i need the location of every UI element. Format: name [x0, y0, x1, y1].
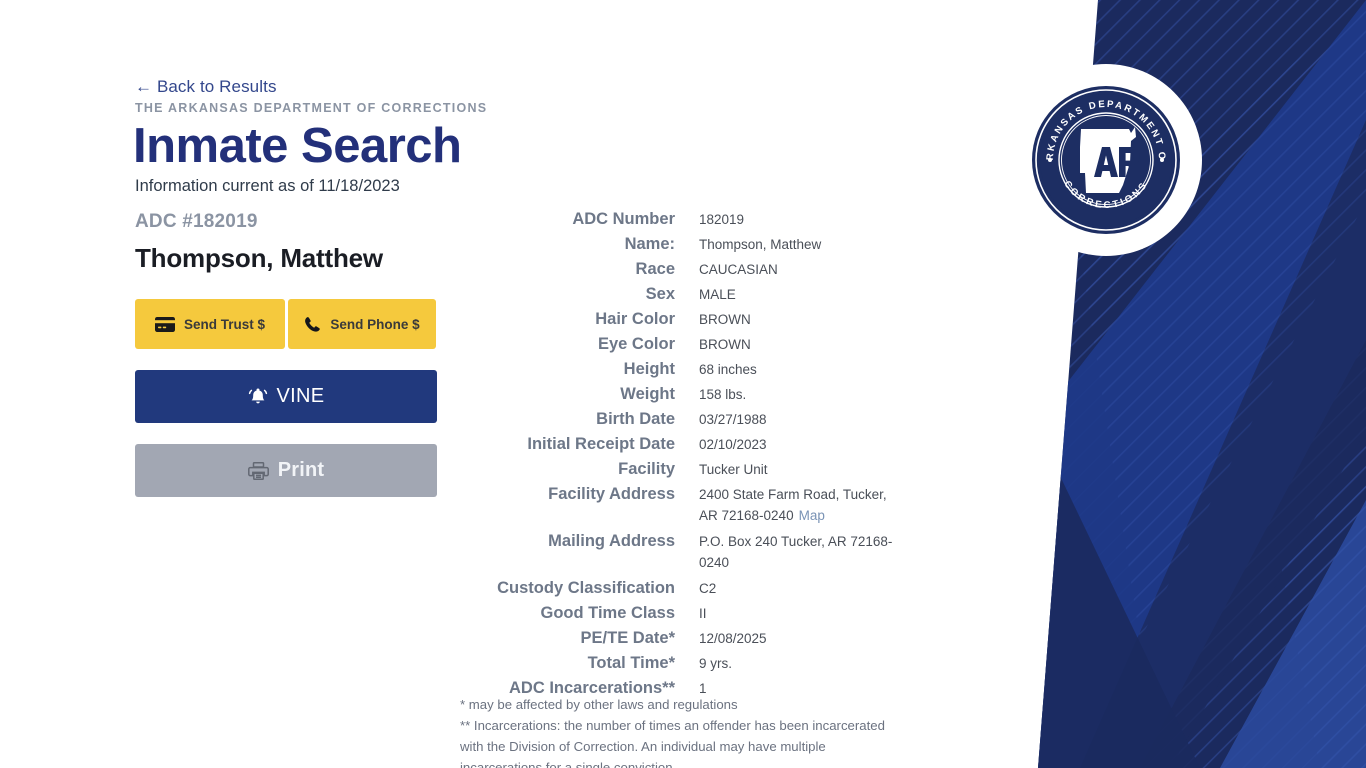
inmate-detail-table: ADC Number 182019 Name: Thompson, Matthe…	[460, 210, 920, 704]
table-row: Height 68 inches	[460, 360, 920, 379]
table-row: Mailing Address P.O. Box 240 Tucker, AR …	[460, 532, 920, 573]
row-label: Custody Classification	[497, 579, 675, 597]
footnotes: * may be affected by other laws and regu…	[460, 694, 900, 768]
row-label: Sex	[645, 285, 675, 303]
row-label: Race	[635, 260, 675, 278]
table-row: Name: Thompson, Matthew	[460, 235, 920, 254]
row-value: P.O. Box 240 Tucker, AR 72168-0240	[699, 534, 893, 570]
row-label: PE/TE Date*	[580, 629, 675, 647]
row-value: CAUCASIAN	[699, 262, 778, 277]
row-label: Eye Color	[597, 335, 675, 353]
page-title: Inmate Search	[133, 119, 462, 173]
table-row: Sex MALE	[460, 285, 920, 304]
table-row: Facility Address 2400 State Farm Road, T…	[460, 485, 920, 526]
row-value: 12/08/2025	[699, 631, 767, 646]
row-value: 158 lbs.	[699, 387, 747, 402]
seal-emblem-icon: ARKANSAS DEPARTMENT OF CORRECTIONS	[1031, 85, 1181, 235]
table-row: Custody Classification C2	[460, 579, 920, 598]
row-label: Total Time*	[587, 654, 675, 672]
table-row: Race CAUCASIAN	[460, 260, 920, 279]
row-value: 03/27/1988	[699, 412, 767, 427]
row-label: Height	[623, 360, 675, 378]
table-row: Eye Color BROWN	[460, 335, 920, 354]
information-current-as-of: Information current as of 11/18/2023	[135, 177, 400, 195]
send-trust-button[interactable]: Send Trust $	[135, 299, 285, 349]
print-label: Print	[277, 459, 325, 481]
main-content: ← Back to Results THE ARKANSAS DEPARTMEN…	[133, 0, 925, 768]
department-subtitle: THE ARKANSAS DEPARTMENT OF CORRECTIONS	[135, 101, 488, 115]
row-label: Mailing Address	[548, 532, 675, 550]
table-row: PE/TE Date* 12/08/2025	[460, 629, 920, 648]
row-value: MALE	[699, 287, 736, 302]
table-row: Good Time Class II	[460, 604, 920, 623]
back-to-results-link[interactable]: ← Back to Results	[135, 77, 277, 97]
row-value: C2	[699, 581, 717, 596]
facility-address-text: 2400 State Farm Road, Tucker, AR 72168-0…	[699, 487, 887, 523]
credit-card-icon	[154, 316, 175, 332]
table-row: Hair Color BROWN	[460, 310, 920, 329]
table-row: Initial Receipt Date 02/10/2023	[460, 435, 920, 454]
table-row: Weight 158 lbs.	[460, 385, 920, 404]
row-value: 9 yrs.	[699, 656, 733, 671]
row-label: Facility Address	[548, 485, 675, 503]
row-value: Tucker Unit	[699, 462, 768, 477]
send-trust-label: Send Trust $	[183, 316, 266, 332]
bell-icon	[248, 387, 268, 406]
footnote-double-asterisk: ** Incarcerations: the number of times a…	[460, 718, 885, 768]
row-value: 2400 State Farm Road, Tucker, AR 72168-0…	[699, 485, 904, 526]
print-button[interactable]: Print	[135, 444, 437, 497]
facility-map-link[interactable]: Map	[799, 508, 825, 523]
row-value: 68 inches	[699, 362, 757, 377]
back-to-results-label: Back to Results	[156, 77, 277, 96]
table-row: Total Time* 9 yrs.	[460, 654, 920, 673]
row-label: Name:	[624, 235, 675, 253]
row-label: Good Time Class	[540, 604, 675, 622]
row-value: BROWN	[699, 337, 751, 352]
row-label: ADC Number	[572, 210, 675, 228]
row-value: 02/10/2023	[699, 437, 767, 452]
phone-icon	[304, 316, 321, 333]
row-label: Initial Receipt Date	[527, 435, 675, 453]
send-phone-button[interactable]: Send Phone $	[288, 299, 436, 349]
inmate-name-heading: Thompson, Matthew	[135, 243, 383, 273]
footnote-single-asterisk: * may be affected by other laws and regu…	[460, 697, 738, 712]
table-row: ADC Number 182019	[460, 210, 920, 229]
left-arrow-icon: ←	[135, 77, 153, 96]
vine-label: VINE	[276, 385, 325, 407]
row-value: 182019	[699, 212, 745, 227]
send-phone-label: Send Phone $	[330, 316, 420, 332]
row-label: Facility	[618, 460, 675, 478]
row-value: BROWN	[699, 312, 751, 327]
row-label: Weight	[620, 385, 675, 403]
adc-number-heading: ADC #182019	[135, 211, 258, 232]
inmate-search-page: ARKANSAS DEPARTMENT OF CORRECTIONS ← Bac…	[0, 0, 1366, 768]
table-row: Birth Date 03/27/1988	[460, 410, 920, 429]
vine-button[interactable]: VINE	[135, 370, 437, 423]
row-label: Hair Color	[595, 310, 675, 328]
agency-seal: ARKANSAS DEPARTMENT OF CORRECTIONS	[1010, 64, 1202, 256]
row-label: Birth Date	[596, 410, 675, 428]
row-value: Thompson, Matthew	[699, 237, 822, 252]
printer-icon	[247, 461, 269, 481]
row-value: II	[699, 606, 707, 621]
table-row: Facility Tucker Unit	[460, 460, 920, 479]
